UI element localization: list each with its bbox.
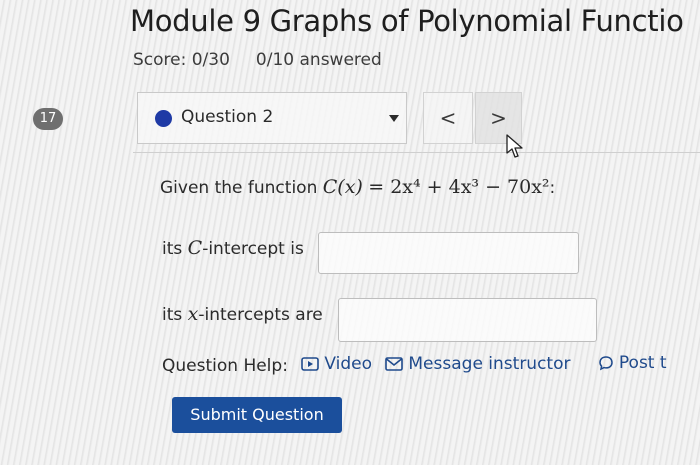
question-select[interactable]: Question 2 <box>137 92 407 144</box>
score-info: Score: 0/30 0/10 answered <box>133 50 382 70</box>
page-title: Module 9 Graphs of Polynomial Functio <box>130 4 684 38</box>
submit-question-button[interactable]: Submit Question <box>172 397 342 433</box>
c-intercept-input[interactable] <box>318 232 579 274</box>
message-instructor-label: Message instructor <box>408 354 571 374</box>
video-link[interactable]: Video <box>301 354 372 374</box>
prompt-colon: : <box>549 178 556 198</box>
x-intercepts-input[interactable] <box>338 298 597 342</box>
question-select-label: Question 2 <box>181 107 274 127</box>
question-prompt: Given the function C(x) = 2x⁴ + 4x³ − 70… <box>160 176 555 198</box>
answered-text: 0/10 answered <box>255 50 382 70</box>
prompt-intro: Given the function <box>160 178 318 198</box>
x-intercepts-label: its x-intercepts are <box>162 303 323 325</box>
speech-bubble-icon <box>599 356 613 371</box>
video-icon <box>301 357 320 371</box>
c-intercept-label: its C-intercept is <box>162 237 304 259</box>
x-intercepts-var: x <box>187 303 199 325</box>
caret-down-icon <box>389 115 399 122</box>
x-intercepts-suffix: -intercepts are <box>198 305 323 325</box>
function-rhs: = 2x⁴ + 4x³ − 70x² <box>368 176 550 198</box>
divider <box>133 152 700 153</box>
question-help-label: Question Help: <box>162 356 288 376</box>
status-dot-icon <box>155 110 172 127</box>
video-link-label: Video <box>324 354 372 374</box>
x-intercepts-prefix: its <box>162 305 183 325</box>
envelope-icon <box>385 357 404 371</box>
post-link[interactable]: Post t <box>598 353 667 373</box>
c-intercept-var: C <box>187 237 203 259</box>
question-help-row: Question Help: Video Message instructor … <box>162 353 667 376</box>
previous-question-button[interactable]: < <box>423 92 473 144</box>
score-text: Score: 0/30 <box>133 50 230 70</box>
c-intercept-suffix: -intercept is <box>202 239 304 259</box>
message-instructor-link[interactable]: Message instructor <box>385 354 571 374</box>
question-number-badge: 17 <box>33 108 63 130</box>
mouse-pointer-icon <box>506 134 523 158</box>
function-lhs: C(x) <box>322 176 363 198</box>
c-intercept-prefix: its <box>162 239 183 259</box>
post-link-label: Post t <box>618 353 667 373</box>
